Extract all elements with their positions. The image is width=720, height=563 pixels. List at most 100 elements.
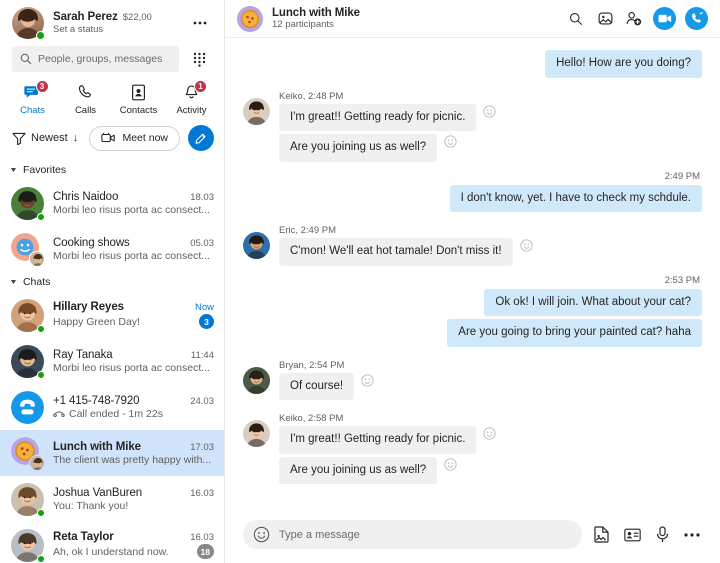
tab-contacts[interactable]: Contacts bbox=[112, 81, 165, 116]
chat-item-name: Reta Taylor bbox=[53, 531, 114, 543]
search-row: People, groups, messages bbox=[0, 46, 224, 72]
chats-badge: 3 bbox=[35, 80, 49, 93]
audio-call-button[interactable] bbox=[685, 7, 708, 30]
video-call-button[interactable] bbox=[653, 7, 676, 30]
outgoing-message: Ok ok! I will join. What about your cat? bbox=[243, 288, 702, 317]
chat-item-body: Reta Taylor 16.03 Ah, ok I understand now.… bbox=[53, 531, 214, 559]
message-bubble[interactable]: Are you joining us as well? bbox=[279, 456, 438, 485]
filter-row: Newest ↓ Meet now bbox=[0, 116, 224, 159]
message-bubble[interactable]: Hello! How are you doing? bbox=[545, 50, 702, 78]
chat-list-item[interactable]: Joshua VanBuren 16.03 You: Thank you! bbox=[0, 476, 224, 522]
profile-more-button[interactable] bbox=[189, 12, 211, 34]
search-icon bbox=[570, 12, 582, 25]
chat-group-header-favorites[interactable]: ▼ Favorites bbox=[0, 160, 224, 180]
chat-list-item[interactable]: Cooking shows 05.03 Morbi leo risus porta … bbox=[0, 226, 224, 272]
message-bubble[interactable]: I don't know, yet. I have to check my sc… bbox=[449, 184, 702, 213]
ellipsis-icon bbox=[684, 532, 700, 537]
chat-item-time: 24.03 bbox=[190, 395, 214, 407]
sort-filter-button[interactable]: Newest ↓ bbox=[12, 132, 78, 145]
activity-badge: 1 bbox=[194, 80, 207, 93]
message-list[interactable]: Hello! How are you doing? Keiko, 2:48 PM I… bbox=[225, 38, 720, 512]
sort-filter-label: Newest bbox=[31, 132, 68, 144]
tab-chats[interactable]: 3 Chats bbox=[6, 80, 59, 116]
cooking-shows-avatar bbox=[11, 232, 45, 267]
voice-message-button[interactable] bbox=[652, 525, 672, 545]
add-reaction-icon[interactable] bbox=[361, 373, 374, 387]
add-reaction-icon[interactable] bbox=[483, 427, 497, 440]
chat-list-item[interactable]: Hillary Reyes Now Happy Green Day! 3 bbox=[0, 292, 224, 338]
eric-avatar bbox=[243, 232, 270, 260]
search-input[interactable]: People, groups, messages bbox=[12, 46, 179, 72]
chat-item-preview: Morbi leo risus porta ac consect... bbox=[53, 361, 210, 374]
conversation-participants: 12 participants bbox=[272, 19, 334, 30]
add-reaction-icon[interactable] bbox=[519, 239, 533, 252]
tab-calls[interactable]: Calls bbox=[59, 81, 112, 116]
add-reaction-icon[interactable] bbox=[444, 135, 457, 148]
profile-balance: $22,00 bbox=[122, 12, 152, 23]
compose-button[interactable] bbox=[188, 125, 214, 151]
message-bubble[interactable]: Are you going to bring your painted cat?… bbox=[447, 319, 702, 347]
chat-list-item[interactable]: Lunch with Mike 17.03 The client was prett… bbox=[0, 430, 224, 476]
skype-app-window: Sarah Perez $22,00 Set a status People, … bbox=[0, 0, 720, 563]
message-bubble[interactable]: Ok ok! I will join. What about your cat? bbox=[484, 288, 702, 317]
message-bubble[interactable]: Are you joining us as well? bbox=[279, 134, 438, 162]
chat-item-body: Chris Naidoo 18.03 Morbi leo risus porta a… bbox=[53, 191, 214, 216]
attach-file-button[interactable] bbox=[592, 525, 612, 545]
tab-activity[interactable]: 1 Activity bbox=[165, 80, 218, 116]
audio-call-icon bbox=[691, 11, 703, 23]
chat-list-item[interactable]: +1 415-748-7920 24.03 Call ended - 1m 22s bbox=[0, 384, 224, 430]
chat-list[interactable]: ▼ Favorites Chris Naidoo 18.03 Morbi leo ris… bbox=[0, 159, 224, 563]
meet-now-button[interactable]: Meet now bbox=[89, 125, 180, 151]
presence-indicator bbox=[37, 554, 45, 563]
message-bubble[interactable]: Of course! bbox=[279, 372, 355, 401]
conversation-avatar[interactable] bbox=[237, 5, 263, 32]
bell-icon: 1 bbox=[183, 80, 207, 102]
chat-list-item[interactable]: Chris Naidoo 18.03 Morbi leo risus porta a… bbox=[0, 180, 224, 226]
chat-item-preview: Morbi leo risus porta ac consect... bbox=[53, 249, 210, 262]
nav-tabs: 3 Chats Calls Contacts 1 Activity bbox=[0, 72, 224, 116]
phone-icon bbox=[77, 83, 94, 102]
user-avatar[interactable] bbox=[12, 7, 45, 40]
unread-count-badge: 3 bbox=[199, 314, 214, 329]
profile-header: Sarah Perez $22,00 Set a status bbox=[0, 0, 224, 44]
joshua-vanburen-avatar bbox=[11, 482, 45, 517]
chat-item-body: Cooking shows 05.03 Morbi leo risus porta … bbox=[53, 237, 214, 262]
call-ended-icon bbox=[53, 411, 65, 417]
message-sender-time: Eric, 2:49 PM bbox=[279, 225, 337, 237]
conversation-actions bbox=[566, 7, 708, 30]
chat-item-body: Lunch with Mike 17.03 The client was prett… bbox=[53, 441, 214, 466]
gallery-button[interactable] bbox=[595, 9, 615, 29]
add-reaction-icon[interactable] bbox=[483, 104, 497, 118]
message-sender-time: Keiko, 2:48 PM bbox=[279, 90, 344, 102]
dialpad-icon bbox=[193, 52, 205, 67]
chat-item-name: Chris Naidoo bbox=[53, 190, 119, 203]
more-options-button[interactable] bbox=[682, 525, 702, 545]
incoming-message: Keiko, 2:58 PM I'm great!! Getting ready … bbox=[243, 413, 702, 487]
attach-image-icon bbox=[594, 526, 609, 543]
chat-list-item[interactable]: Ray Tanaka 11:44 Morbi leo risus porta ac … bbox=[0, 338, 224, 384]
chat-item-time: Now bbox=[194, 302, 214, 313]
message-input[interactable]: Type a message bbox=[243, 520, 582, 549]
tab-chats-label: Chats bbox=[20, 105, 45, 116]
message-bubble[interactable]: C'mon! We'll eat hot tamale! Don't miss … bbox=[279, 238, 513, 266]
contact-card-icon bbox=[623, 528, 641, 541]
search-conversation-button[interactable] bbox=[566, 9, 586, 29]
chat-group-label: Chats bbox=[22, 276, 51, 288]
chat-group-header-chats[interactable]: ▼ Chats bbox=[0, 272, 224, 292]
add-reaction-icon[interactable] bbox=[444, 458, 457, 471]
chat-item-preview: Call ended - 1m 22s bbox=[53, 408, 214, 420]
send-contact-button[interactable] bbox=[622, 525, 642, 545]
sort-arrow-icon: ↓ bbox=[72, 132, 79, 144]
outgoing-message: Are you going to bring your painted cat?… bbox=[243, 319, 702, 347]
message-bubble[interactable]: I'm great!! Getting ready for picnic. bbox=[279, 103, 477, 132]
add-people-button[interactable] bbox=[624, 9, 644, 29]
chat-item-preview: Morbi leo risus porta ac consect... bbox=[53, 203, 210, 216]
message-bubble[interactable]: I'm great!! Getting ready for picnic. bbox=[279, 426, 477, 454]
phone-contact-avatar bbox=[11, 390, 44, 424]
dialpad-button[interactable] bbox=[186, 46, 212, 72]
profile-status[interactable]: Set a status bbox=[53, 24, 189, 35]
chat-list-item[interactable]: Reta Taylor 16.03 Ah, ok I understand now.… bbox=[0, 522, 224, 563]
chat-item-time: 05.03 bbox=[190, 237, 214, 249]
chat-item-preview: You: Thank you! bbox=[53, 499, 129, 512]
chat-item-time: 16.03 bbox=[190, 532, 214, 543]
